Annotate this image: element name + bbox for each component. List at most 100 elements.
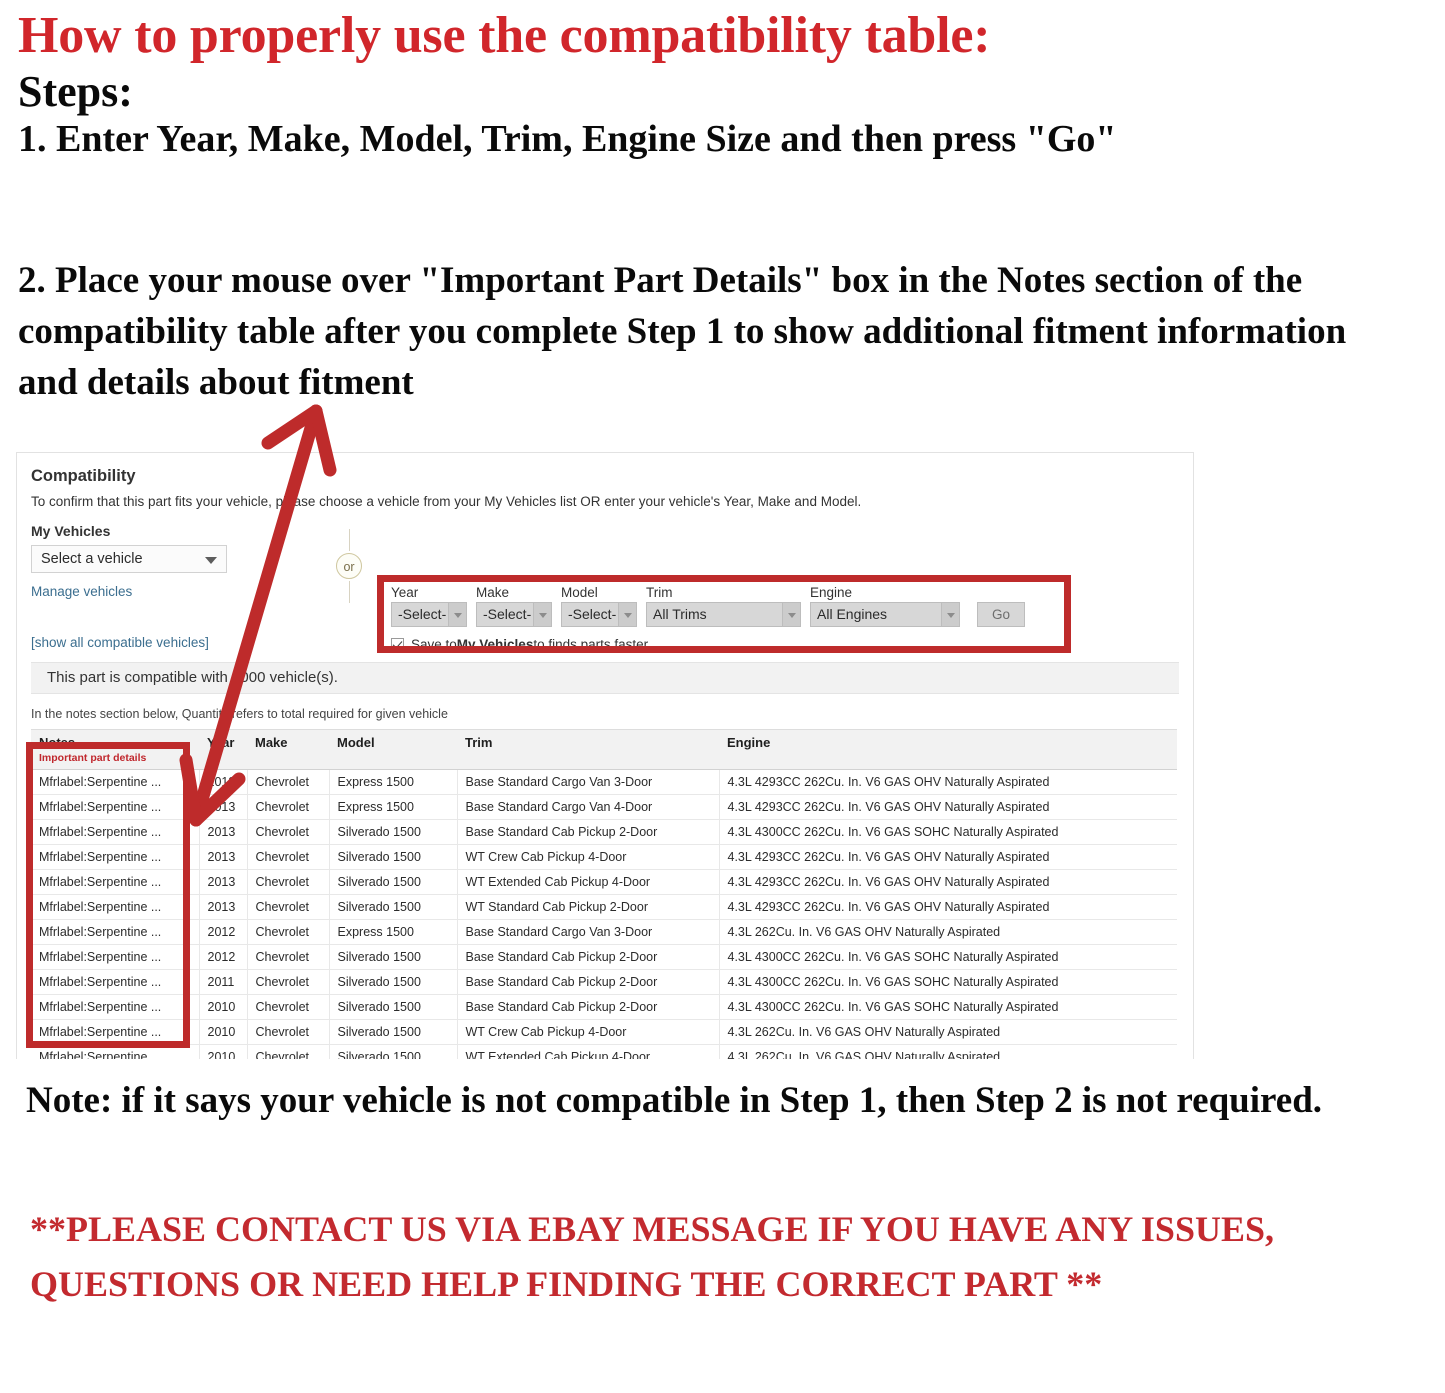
- cell-engine: 4.3L 4300CC 262Cu. In. V6 GAS SOHC Natur…: [719, 944, 1177, 970]
- cell-model: Silverado 1500: [329, 1044, 458, 1059]
- compatibility-subheading: To confirm that this part fits your vehi…: [31, 494, 862, 509]
- my-vehicles-select[interactable]: Select a vehicle: [31, 545, 227, 573]
- quantity-note: In the notes section below, Quantity ref…: [31, 707, 448, 721]
- cell-make: Chevrolet: [247, 819, 330, 845]
- cell-model: Silverado 1500: [329, 819, 458, 845]
- table-row[interactable]: Mfrlabel:Serpentine ... 2013 Chevrolet Expr…: [31, 794, 1177, 820]
- cell-model: Express 1500: [329, 919, 458, 945]
- cell-notes: Mfrlabel:Serpentine ...: [31, 969, 200, 995]
- compatibility-count-banner: This part is compatible with 1000 vehicl…: [31, 662, 1179, 694]
- cell-engine: 4.3L 4293CC 262Cu. In. V6 GAS OHV Natura…: [719, 769, 1177, 795]
- cell-make: Chevrolet: [247, 919, 330, 945]
- cell-engine: 4.3L 4300CC 262Cu. In. V6 GAS SOHC Natur…: [719, 969, 1177, 995]
- table-row[interactable]: Mfrlabel:Serpentine ... 2011 Chevrolet Silv…: [31, 969, 1177, 995]
- table-header-row: Notes Important part details Year Make M…: [31, 729, 1177, 770]
- cell-engine: 4.3L 4293CC 262Cu. In. V6 GAS OHV Natura…: [719, 869, 1177, 895]
- cell-engine: 4.3L 4293CC 262Cu. In. V6 GAS OHV Natura…: [719, 894, 1177, 920]
- table-row[interactable]: Mfrlabel:Serpentine ... 2010 Chevrolet Silv…: [31, 1044, 1177, 1059]
- table-row[interactable]: Mfrlabel:Serpentine ... 2013 Chevrolet Silv…: [31, 894, 1177, 920]
- compatibility-panel: Compatibility To confirm that this part …: [16, 452, 1194, 1059]
- cell-trim: Base Standard Cargo Van 3-Door: [457, 919, 720, 945]
- cell-make: Chevrolet: [247, 769, 330, 795]
- cell-engine: 4.3L 4300CC 262Cu. In. V6 GAS SOHC Natur…: [719, 819, 1177, 845]
- cell-model: Silverado 1500: [329, 1019, 458, 1045]
- cell-notes: Mfrlabel:Serpentine ...: [31, 919, 200, 945]
- cell-make: Chevrolet: [247, 844, 330, 870]
- column-header-make[interactable]: Make: [247, 729, 329, 770]
- step-two-text: 2. Place your mouse over "Important Part…: [18, 260, 1347, 404]
- table-row[interactable]: Mfrlabel:Serpentine ... 2012 Chevrolet Expr…: [31, 919, 1177, 945]
- cell-engine: 4.3L 4293CC 262Cu. In. V6 GAS OHV Natura…: [719, 794, 1177, 820]
- cell-notes: Mfrlabel:Serpentine ...: [31, 894, 200, 920]
- footer-note: Note: if it says your vehicle is not com…: [26, 1080, 1323, 1121]
- table-row[interactable]: Mfrlabel:Serpentine ... 2010 Chevrolet Silv…: [31, 994, 1177, 1020]
- cell-trim: WT Extended Cab Pickup 4-Door: [457, 869, 720, 895]
- column-header-model[interactable]: Model: [329, 729, 457, 770]
- cell-notes: Mfrlabel:Serpentine ...: [31, 1019, 200, 1045]
- important-part-details-label: Important part details: [39, 752, 147, 764]
- cell-trim: WT Standard Cab Pickup 2-Door: [457, 894, 720, 920]
- cell-year: 2013: [199, 869, 248, 895]
- cell-year: 2010: [199, 994, 248, 1020]
- cell-notes: Mfrlabel:Serpentine ...: [31, 794, 200, 820]
- column-header-year[interactable]: Year: [199, 729, 247, 770]
- cell-year: 2010: [199, 1044, 248, 1059]
- table-row[interactable]: Mfrlabel:Serpentine ... 2012 Chevrolet Silv…: [31, 944, 1177, 970]
- step-one-text: 1. Enter Year, Make, Model, Trim, Engine…: [18, 117, 1117, 160]
- table-row[interactable]: Mfrlabel:Serpentine ... 2013 Chevrolet Silv…: [31, 819, 1177, 845]
- table-row[interactable]: Mfrlabel:Serpentine ... 2013 Chevrolet Silv…: [31, 869, 1177, 895]
- column-header-notes[interactable]: Notes Important part details: [31, 729, 199, 770]
- cell-notes: Mfrlabel:Serpentine ...: [31, 769, 200, 795]
- cell-notes: Mfrlabel:Serpentine ...: [31, 1044, 200, 1059]
- cell-year: 2013: [199, 819, 248, 845]
- manage-vehicles-link[interactable]: Manage vehicles: [31, 584, 281, 599]
- cell-trim: WT Crew Cab Pickup 4-Door: [457, 844, 720, 870]
- cell-notes: Mfrlabel:Serpentine ...: [31, 944, 200, 970]
- cell-model: Express 1500: [329, 794, 458, 820]
- cell-year: 2010: [199, 1019, 248, 1045]
- chevron-down-icon: [205, 557, 217, 564]
- footer-contact-message: **PLEASE CONTACT US VIA EBAY MESSAGE IF …: [30, 1209, 1275, 1305]
- cell-engine: 4.3L 4300CC 262Cu. In. V6 GAS SOHC Natur…: [719, 994, 1177, 1020]
- cell-trim: Base Standard Cab Pickup 2-Door: [457, 969, 720, 995]
- my-vehicles-selected-value: Select a vehicle: [41, 551, 143, 567]
- instructions-header: How to properly use the compatibility ta…: [18, 7, 1418, 160]
- cell-year: 2012: [199, 944, 248, 970]
- table-row[interactable]: Mfrlabel:Serpentine ... 2013 Chevrolet Expr…: [31, 769, 1177, 795]
- cell-model: Silverado 1500: [329, 994, 458, 1020]
- table-row[interactable]: Mfrlabel:Serpentine ... 2010 Chevrolet Silv…: [31, 1019, 1177, 1045]
- or-line-top: [348, 529, 350, 551]
- cell-make: Chevrolet: [247, 969, 330, 995]
- cell-engine: 4.3L 262Cu. In. V6 GAS OHV Naturally Asp…: [719, 919, 1177, 945]
- column-header-engine[interactable]: Engine: [719, 729, 1177, 770]
- cell-notes: Mfrlabel:Serpentine ...: [31, 819, 200, 845]
- cell-make: Chevrolet: [247, 994, 330, 1020]
- ymm-form-highlight-box: [377, 575, 1071, 653]
- table-row[interactable]: Mfrlabel:Serpentine ... 2013 Chevrolet Silv…: [31, 844, 1177, 870]
- cell-year: 2013: [199, 794, 248, 820]
- cell-model: Silverado 1500: [329, 894, 458, 920]
- or-badge: or: [336, 553, 362, 579]
- cell-trim: Base Standard Cab Pickup 2-Door: [457, 819, 720, 845]
- cell-make: Chevrolet: [247, 794, 330, 820]
- notes-header-label: Notes: [39, 735, 76, 750]
- cell-year: 2011: [199, 969, 248, 995]
- or-line-bottom: [348, 581, 350, 603]
- cell-notes: Mfrlabel:Serpentine ...: [31, 994, 200, 1020]
- cell-year: 2013: [199, 894, 248, 920]
- cell-trim: Base Standard Cargo Van 4-Door: [457, 794, 720, 820]
- my-vehicles-label: My Vehicles: [31, 523, 111, 539]
- cell-make: Chevrolet: [247, 944, 330, 970]
- cell-make: Chevrolet: [247, 869, 330, 895]
- vehicle-chooser-row: My Vehicles Select a vehicle Manage vehi…: [31, 523, 1179, 653]
- cell-model: Express 1500: [329, 769, 458, 795]
- cell-make: Chevrolet: [247, 894, 330, 920]
- cell-engine: 4.3L 262Cu. In. V6 GAS OHV Naturally Asp…: [719, 1044, 1177, 1059]
- steps-label: Steps:: [18, 67, 133, 117]
- cell-trim: Base Standard Cab Pickup 2-Door: [457, 944, 720, 970]
- column-header-trim[interactable]: Trim: [457, 729, 719, 770]
- cell-trim: Base Standard Cab Pickup 2-Door: [457, 994, 720, 1020]
- cell-make: Chevrolet: [247, 1044, 330, 1059]
- cell-model: Silverado 1500: [329, 844, 458, 870]
- cell-model: Silverado 1500: [329, 869, 458, 895]
